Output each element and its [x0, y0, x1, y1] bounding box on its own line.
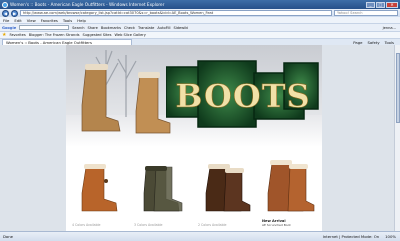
window-controls: _ □ ✕	[366, 1, 398, 8]
page-menu-button[interactable]: Page	[353, 40, 362, 45]
menu-edit[interactable]: Edit	[14, 18, 21, 23]
boots-hero-banner[interactable]: BOOTS	[66, 45, 322, 147]
internet-explorer-icon	[2, 1, 8, 8]
favorite-link-web-slice-gallery[interactable]: Web Slice Gallery	[115, 33, 146, 37]
favorites-bar: ★ Favorites Blogger: The Frozen Strands …	[0, 31, 400, 38]
google-bookmarks-button[interactable]: Bookmarks	[101, 26, 121, 30]
product-image	[81, 164, 118, 212]
search-input[interactable]: Yahoo! Search	[334, 10, 398, 16]
product-caption: 3 Colors Available	[134, 223, 163, 227]
menu-tools[interactable]: Tools	[63, 18, 72, 23]
favorite-link-suggested-sites[interactable]: Suggested Sites	[82, 33, 111, 37]
product-image	[267, 160, 315, 212]
google-search-input[interactable]	[19, 25, 70, 30]
vertical-scrollbar[interactable]	[394, 45, 400, 231]
product-card[interactable]: New Arrival AE Scrunched Boot	[260, 153, 318, 229]
google-sidewiki-button[interactable]: Sidewiki	[174, 26, 189, 30]
google-check-button[interactable]: Check	[124, 26, 135, 30]
product-image	[143, 166, 183, 212]
scrollbar-thumb[interactable]	[396, 53, 400, 123]
zoom-level[interactable]: 100%	[385, 234, 396, 239]
safety-menu-button[interactable]: Safety	[367, 40, 379, 45]
google-search-button[interactable]: Search	[72, 26, 84, 30]
google-autofill-button[interactable]: AutoFill	[157, 26, 170, 30]
favorite-link-blogger[interactable]: Blogger: The Frozen Strands	[29, 33, 80, 37]
menu-file[interactable]: File	[3, 18, 9, 23]
tools-menu-button[interactable]: Tools	[385, 40, 394, 45]
tab-bar: Women's :: Boots - American Eagle Outfit…	[0, 38, 400, 45]
product-caption: 2 Colors Available	[198, 223, 227, 227]
status-text: Done	[3, 234, 13, 239]
product-caption: AE Scrunched Boot	[262, 223, 291, 227]
status-bar: Done Internet | Protected Mode: On 100%	[0, 231, 400, 241]
command-bar: Page Safety Tools	[353, 40, 400, 45]
boots-sign: BOOTS	[166, 60, 319, 128]
menu-help[interactable]: Help	[77, 18, 86, 23]
forward-button[interactable]: ▶	[11, 9, 18, 17]
menu-view[interactable]: View	[27, 18, 36, 23]
hero-left-boot	[81, 64, 121, 132]
favorites-button[interactable]: Favorites	[9, 33, 25, 37]
product-caption: 4 Colors Available	[72, 223, 101, 227]
google-logo: Google	[2, 25, 17, 30]
window-title: Women's :: Boots - American Eagle Outfit…	[10, 2, 165, 7]
address-bar: ◀ ▶ http://www.ae.com/web/browse/categor…	[0, 9, 400, 17]
product-card[interactable]: 2 Colors Available	[196, 153, 254, 229]
url-input[interactable]: http://www.ae.com/web/browse/category_li…	[20, 10, 332, 16]
window-title-bar: Women's :: Boots - American Eagle Outfit…	[0, 0, 400, 9]
menu-favorites[interactable]: Favorites	[41, 18, 58, 23]
google-account-button[interactable]: jenna...	[383, 26, 400, 30]
minimize-button[interactable]: _	[366, 1, 375, 8]
product-card[interactable]: 3 Colors Available	[132, 153, 190, 229]
web-page: BOOTS 4 Colors Available 3 Colors Availa…	[66, 45, 322, 231]
maximize-button[interactable]: □	[376, 1, 385, 8]
product-grid: 4 Colors Available 3 Colors Available 2 …	[66, 147, 322, 231]
google-share-button[interactable]: Share	[88, 26, 98, 30]
security-zone[interactable]: Internet | Protected Mode: On	[323, 234, 379, 239]
close-button[interactable]: ✕	[386, 1, 398, 8]
browser-viewport: BOOTS 4 Colors Available 3 Colors Availa…	[0, 45, 400, 231]
google-toolbar: Google Search Share Bookmarks Check Tran…	[0, 23, 400, 31]
google-translate-button[interactable]: Translate	[138, 26, 154, 30]
product-card[interactable]: 4 Colors Available	[70, 153, 128, 229]
product-image	[205, 164, 251, 212]
back-button[interactable]: ◀	[2, 9, 9, 17]
hero-right-boot	[135, 72, 171, 134]
boots-sign-text: BOOTS	[175, 77, 310, 115]
